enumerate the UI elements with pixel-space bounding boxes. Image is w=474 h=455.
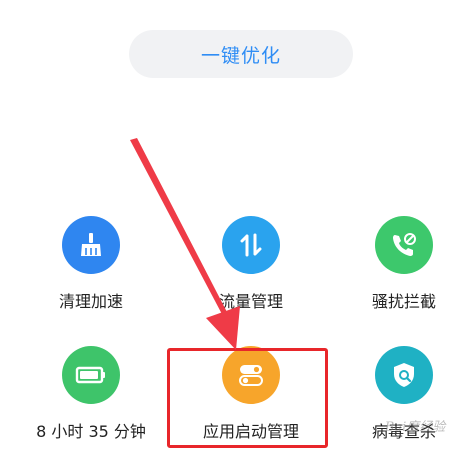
tile-label: 8 小时 35 分钟 <box>36 422 146 441</box>
tile-harassment-block[interactable]: 骚扰拦截 <box>334 216 474 316</box>
tile-label: 骚扰拦截 <box>371 292 436 311</box>
one-tap-optimize-button[interactable]: 一键优化 <box>129 30 353 78</box>
tile-label: 流量管理 <box>218 292 283 311</box>
battery-icon <box>62 346 120 404</box>
watermark-logo: Bai度经验 <box>384 419 446 435</box>
tile-label: 清理加速 <box>58 292 123 311</box>
annotation-highlight-box <box>167 348 328 448</box>
broom-icon <box>62 216 120 274</box>
phone-blocked-icon <box>375 216 433 274</box>
tile-cleanup-speedup[interactable]: 清理加速 <box>21 216 161 316</box>
up-down-arrows-icon <box>222 216 280 274</box>
shield-search-icon <box>375 346 433 404</box>
tile-battery[interactable]: 8 小时 35 分钟 <box>21 346 161 446</box>
tile-data-usage[interactable]: 流量管理 <box>181 216 321 316</box>
